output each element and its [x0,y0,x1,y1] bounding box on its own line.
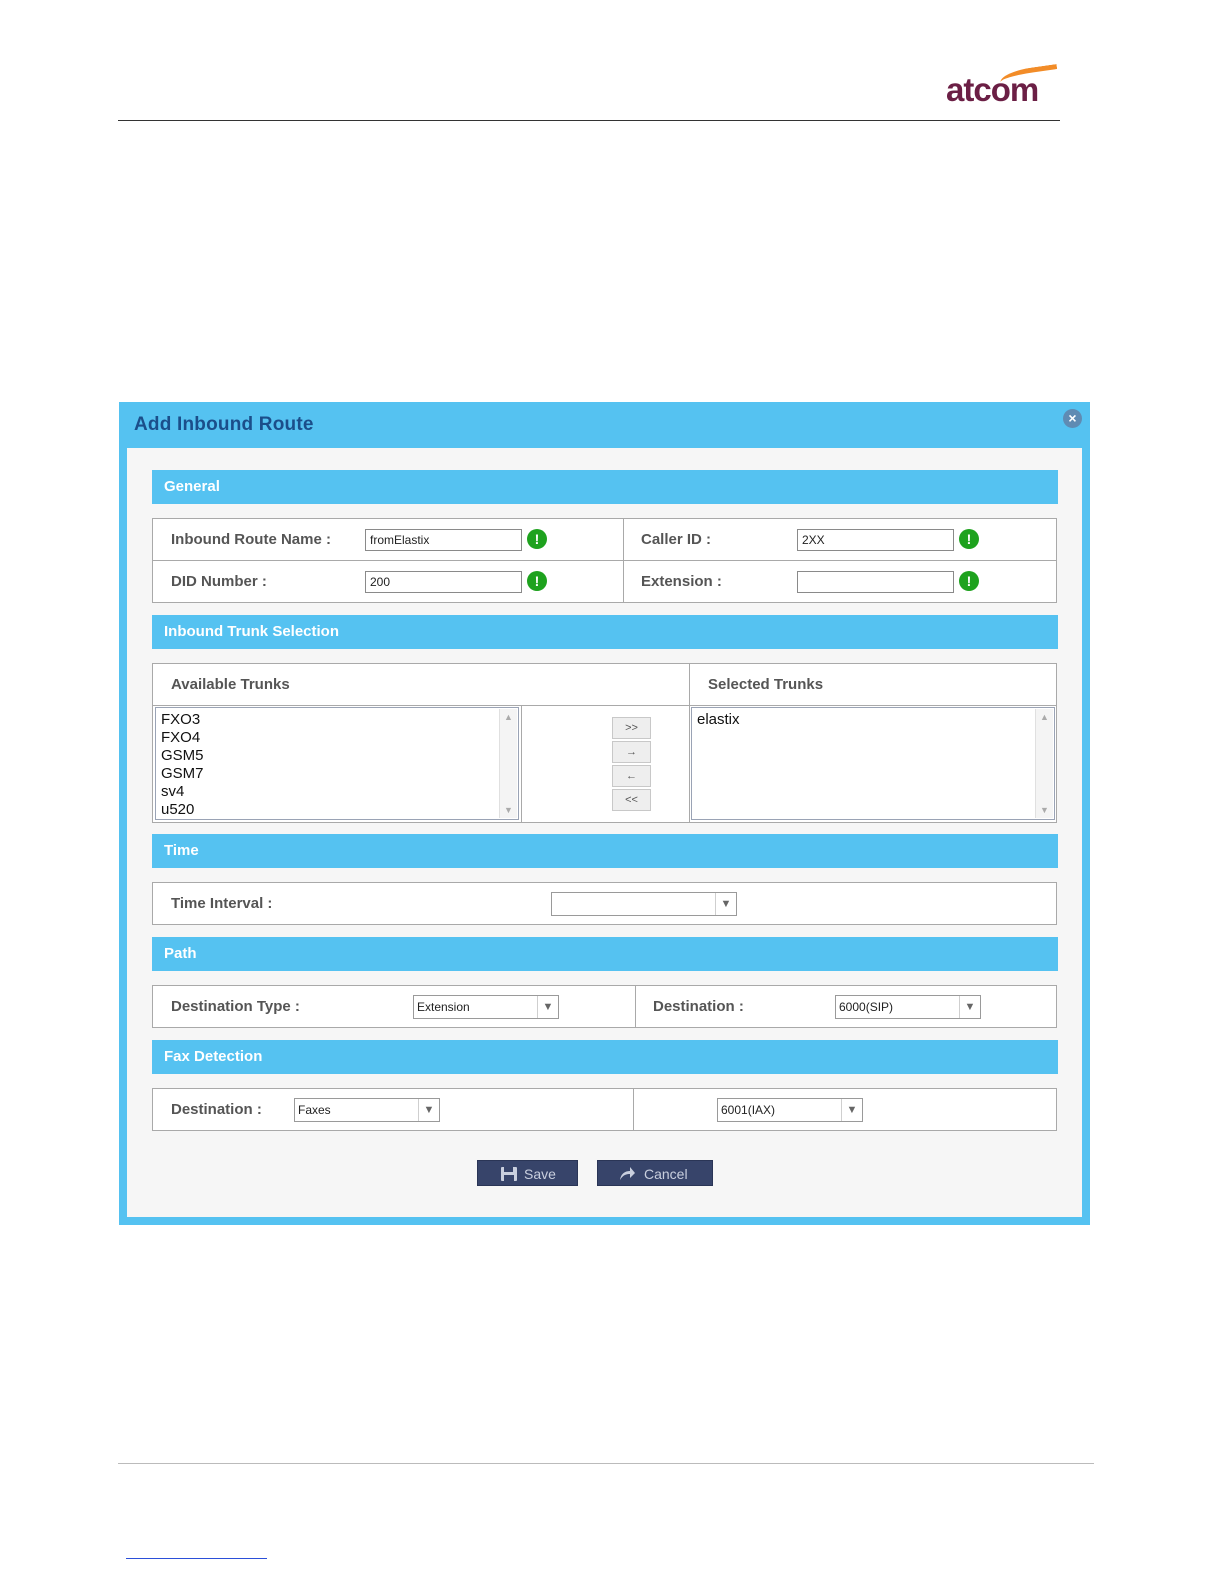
caller-id-label: Caller ID : [641,531,712,548]
fax-target-select[interactable]: 6001(IAX) ▼ [717,1098,863,1122]
caller-id-warning-icon: ! [959,529,979,549]
list-item[interactable]: elastix [697,711,740,729]
caller-id-input[interactable]: 2XX [797,529,954,551]
save-icon [501,1167,517,1181]
fax-destination-label: Destination : [171,1101,262,1118]
time-interval-label: Time Interval : [171,895,273,912]
divider [635,986,636,1027]
available-trunks-label: Available Trunks [171,676,290,693]
destination-type-label: Destination Type : [171,998,300,1015]
section-general-header: General [152,470,1058,504]
header-divider [118,120,1060,121]
scrollbar[interactable]: ▲ ▼ [1035,709,1053,818]
route-name-warning-icon: ! [527,529,547,549]
chevron-down-icon: ▼ [418,1099,439,1121]
time-interval-select[interactable]: ▼ [551,892,737,916]
selected-trunks-list[interactable]: elastix ▲ ▼ [691,707,1055,820]
chevron-down-icon: ▼ [841,1099,862,1121]
close-icon[interactable]: × [1063,409,1082,428]
scrollbar[interactable]: ▲ ▼ [499,709,517,818]
section-fax-detection-header: Fax Detection [152,1040,1058,1074]
destination-label: Destination : [653,998,744,1015]
extension-input[interactable] [797,571,954,593]
cancel-button[interactable]: Cancel [597,1160,713,1186]
destination-select[interactable]: 6000(SIP) ▼ [835,995,981,1019]
general-panel: Inbound Route Name : fromElastix ! Calle… [152,518,1057,603]
dialog-title: Add Inbound Route [134,414,314,435]
destination-value: 6000(SIP) [839,1000,894,1014]
did-number-label: DID Number : [171,573,267,590]
footer-divider [118,1463,1094,1464]
fax-destination-select[interactable]: Faxes ▼ [294,1098,440,1122]
time-panel: Time Interval : ▼ [152,882,1057,925]
extension-label: Extension : [641,573,722,590]
list-item[interactable]: GSM5 [161,747,204,765]
scroll-down-icon[interactable]: ▼ [1036,802,1053,818]
remove-trunk-button[interactable]: ← [612,765,651,787]
selected-trunks-label: Selected Trunks [708,676,824,693]
add-all-trunks-button[interactable]: >> [612,717,651,739]
remove-all-trunks-button[interactable]: << [612,789,651,811]
list-item[interactable]: FXO4 [161,729,200,747]
list-item[interactable]: u520 [161,801,194,819]
atcom-logo: atcom [946,64,1059,108]
route-name-input[interactable]: fromElastix [365,529,522,551]
scroll-down-icon[interactable]: ▼ [500,802,517,818]
did-number-warning-icon: ! [527,571,547,591]
trunk-selection-panel: Available Trunks Selected Trunks FXO3 FX… [152,663,1057,823]
fax-target-value: 6001(IAX) [721,1103,776,1117]
fax-panel: Destination : Faxes ▼ 6001(IAX) ▼ [152,1088,1057,1131]
scroll-up-icon[interactable]: ▲ [500,709,517,725]
save-label: Save [524,1166,556,1182]
destination-type-select[interactable]: Extension ▼ [413,995,559,1019]
divider [689,664,690,822]
extension-warning-icon: ! [959,571,979,591]
add-inbound-route-dialog: Add Inbound Route × General Inbound Rout… [119,402,1090,1225]
destination-type-value: Extension [417,1000,470,1014]
redo-arrow-icon [620,1167,635,1180]
divider [153,560,1056,561]
chevron-down-icon: ▼ [537,996,558,1018]
section-time-header: Time [152,834,1058,868]
cancel-label: Cancel [644,1166,688,1182]
chevron-down-icon: ▼ [959,996,980,1018]
divider [521,705,522,822]
save-button[interactable]: Save [477,1160,578,1186]
footer-link-underline [126,1558,267,1559]
fax-destination-value: Faxes [298,1103,331,1117]
list-item[interactable]: sv4 [161,783,184,801]
route-name-label: Inbound Route Name : [171,531,331,548]
dialog-body: General Inbound Route Name : fromElastix… [127,448,1082,1217]
add-trunk-button[interactable]: → [612,741,651,763]
list-item[interactable]: FXO3 [161,711,200,729]
divider [633,1089,634,1130]
section-path-header: Path [152,937,1058,971]
section-trunk-selection-header: Inbound Trunk Selection [152,615,1058,649]
divider [153,705,1056,706]
list-item[interactable]: GSM7 [161,765,204,783]
scroll-up-icon[interactable]: ▲ [1036,709,1053,725]
chevron-down-icon: ▼ [715,893,736,915]
path-panel: Destination Type : Extension ▼ Destinati… [152,985,1057,1028]
did-number-input[interactable]: 200 [365,571,522,593]
available-trunks-list[interactable]: FXO3 FXO4 GSM5 GSM7 sv4 u520 ▲ ▼ [155,707,519,820]
